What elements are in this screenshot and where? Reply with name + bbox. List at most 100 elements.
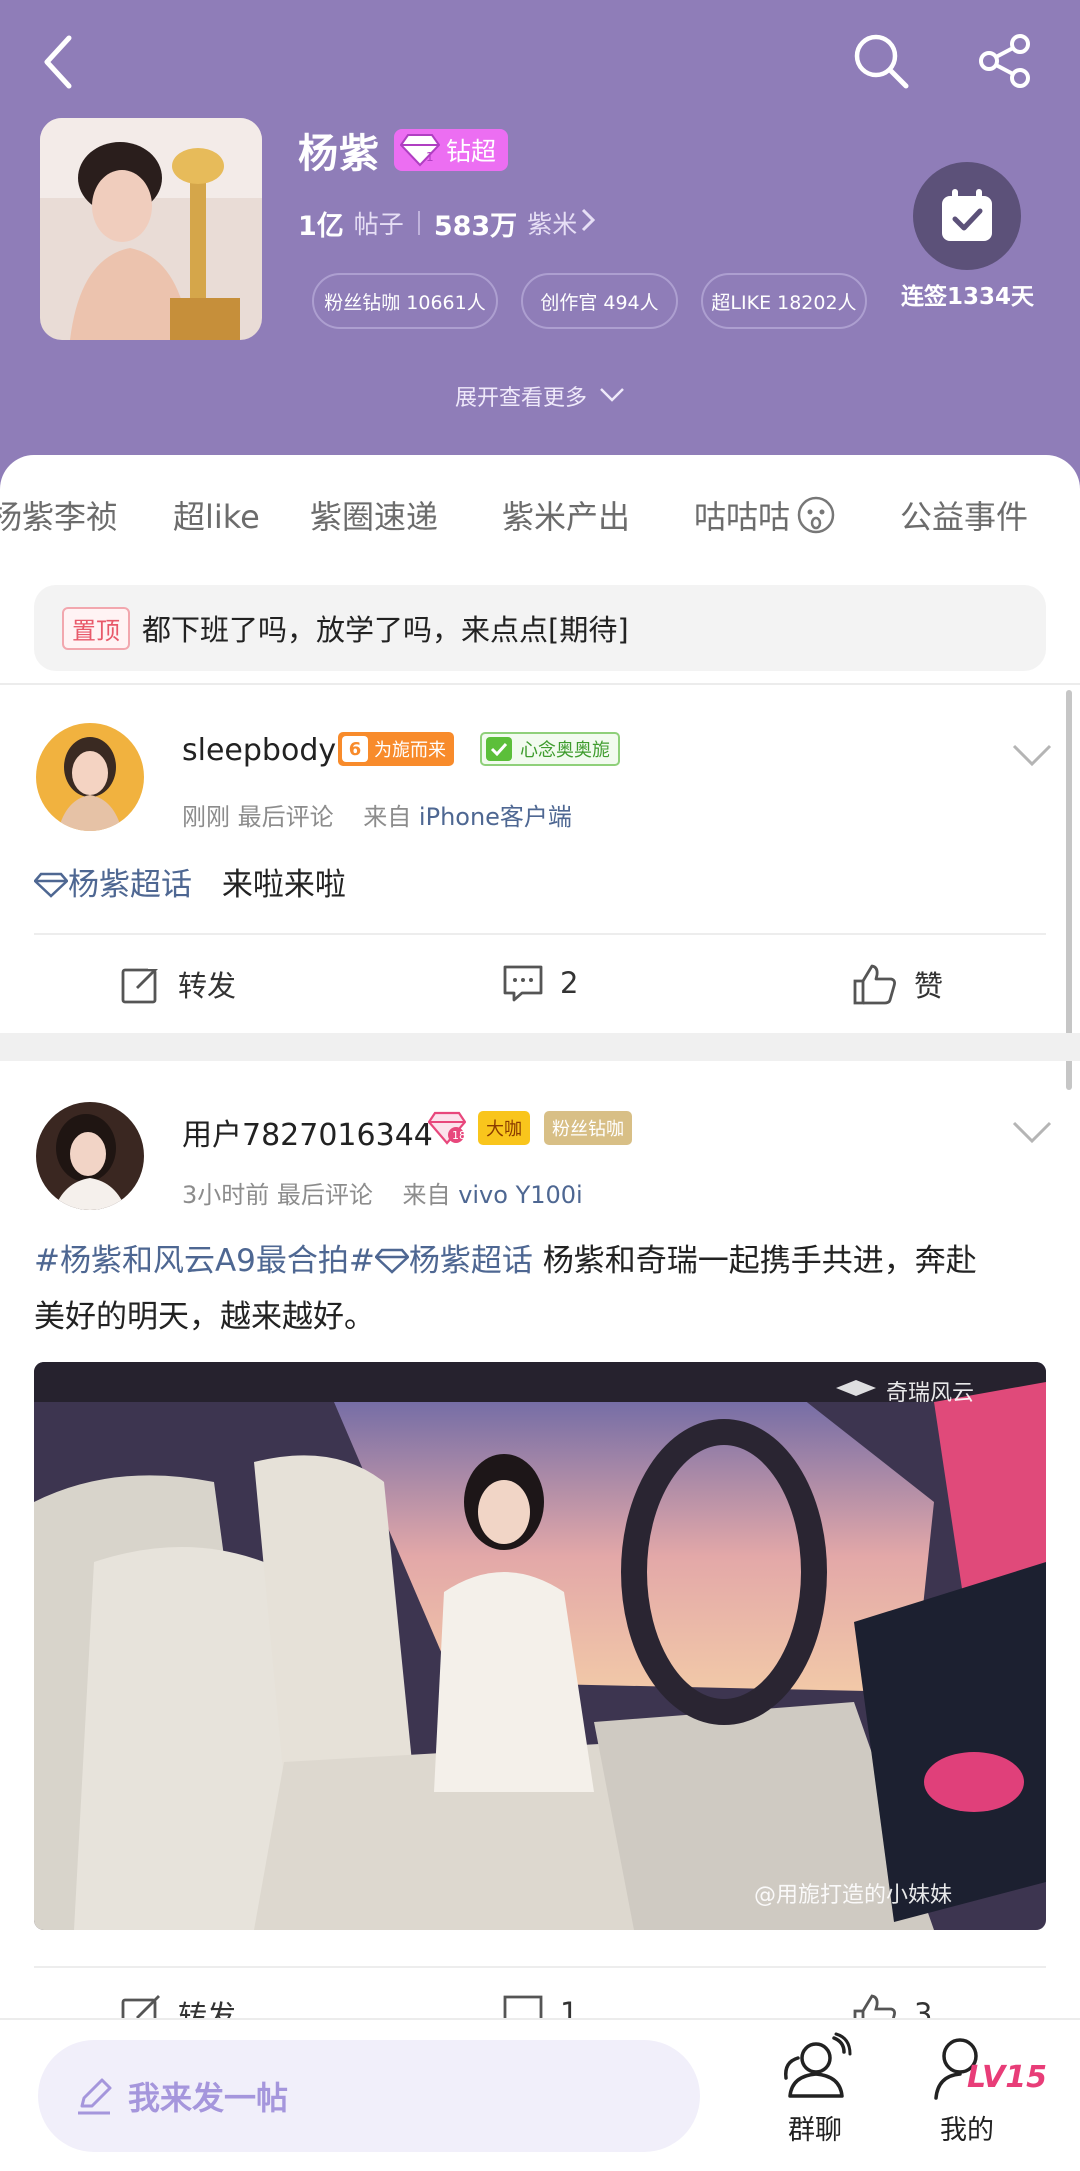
tab-news[interactable]: 紫圈速递 xyxy=(310,485,438,545)
divider xyxy=(34,1966,1046,1968)
post-text-cont: 美好的明天，越来越好。 xyxy=(34,1299,375,1335)
badge-text: 为旎而来 xyxy=(374,740,446,761)
badge-text: 心念奥奥旎 xyxy=(520,740,610,761)
share-button[interactable] xyxy=(970,28,1040,94)
fan-diamond-badge: 粉丝钻咖 xyxy=(544,1111,632,1145)
diamond-badge-label: 钻超 xyxy=(446,137,497,166)
super-like-pill[interactable]: 超LIKE 18202人 xyxy=(701,273,867,329)
post-menu-button[interactable] xyxy=(1010,740,1054,770)
search-icon xyxy=(854,34,909,89)
checkin-label: 连签1334天 xyxy=(900,284,1034,310)
fan-diamond-pill[interactable]: 粉丝钻咖 10661人 xyxy=(312,273,498,329)
post-body: #杨紫和风云A9最合拍# 杨紫超话 杨紫和奇瑞一起携手共进，奔赴 美好的明天，越来… xyxy=(34,1233,1049,1345)
compose-button[interactable]: 我来发一帖 xyxy=(38,2040,700,2152)
tab-charity[interactable]: 公益事件 xyxy=(900,485,1028,545)
topic-link-label: 杨紫超话 xyxy=(408,1243,533,1279)
tab-gugugu[interactable]: 咕咕咕 xyxy=(694,485,836,545)
post-count-label: 帖子 xyxy=(353,210,404,239)
post-separator xyxy=(0,1033,1080,1061)
badge-level-number: 6 xyxy=(342,736,368,762)
repost-button[interactable]: 转发 xyxy=(120,963,236,1005)
checkin-button[interactable] xyxy=(913,162,1021,270)
group-chat-icon xyxy=(784,2032,852,2098)
title-row: 杨紫 1 钻超 xyxy=(298,122,509,178)
stat-divider xyxy=(417,211,420,235)
group-chat-label: 群聊 xyxy=(788,2115,842,2146)
topic-link[interactable]: 杨紫超话 xyxy=(374,1243,533,1279)
like-button[interactable]: 赞 xyxy=(852,963,943,1005)
image-brand-mark: 奇瑞风云 xyxy=(886,1381,974,1406)
post-actions: 转发 2 赞 xyxy=(0,963,1080,1023)
pinned-tag: 置顶 xyxy=(62,606,130,650)
post-count: 1亿 xyxy=(298,210,344,242)
username[interactable]: 用户7827016344 xyxy=(182,1110,433,1154)
diamond-level-badge: 18 xyxy=(428,1111,466,1145)
tab-fan-output[interactable]: 紫米产出 xyxy=(502,485,630,545)
pinned-post[interactable]: 置顶 都下班了吗，放学了吗，来点点[期待] xyxy=(34,585,1046,671)
tab-gugugu-label: 咕咕咕 xyxy=(694,498,791,536)
post-text: 来啦来啦 xyxy=(221,867,346,903)
post-body: 杨紫超话 来啦来啦 xyxy=(33,857,1049,913)
repost-label: 转发 xyxy=(178,969,237,1003)
svg-text:18: 18 xyxy=(452,1129,466,1142)
avatar-photo xyxy=(40,118,262,340)
mine-label: 我的 xyxy=(940,2115,994,2146)
chevron-down-icon xyxy=(1012,744,1052,767)
tab-yangzi-lizhen[interactable]: 杨紫李祯 xyxy=(0,485,118,545)
scrollbar[interactable] xyxy=(1066,690,1072,1090)
repost-icon xyxy=(121,964,160,1004)
svg-text:1: 1 xyxy=(426,150,434,164)
pinned-text: 都下班了吗，放学了吗，来点点[期待] xyxy=(142,613,629,647)
topic-link-label: 杨紫超话 xyxy=(68,867,192,903)
level-badge: 6 为旎而来 xyxy=(338,732,454,766)
divider xyxy=(34,933,1046,935)
tab-super-like[interactable]: 超like xyxy=(173,485,260,545)
avatar-photo xyxy=(36,723,144,831)
fan-count: 583万 xyxy=(433,210,518,242)
search-button[interactable] xyxy=(848,28,914,94)
diamond-icon: 1 xyxy=(400,134,440,167)
username[interactable]: sleepbody xyxy=(182,733,336,768)
post-meta: 刚刚 最后评论 来自 iPhone客户端 xyxy=(182,797,572,832)
post-meta: 3小时前 最后评论 来自 vivo Y100i xyxy=(182,1175,583,1210)
mine-button[interactable]: LV15 我的 xyxy=(907,2032,1047,2162)
topic-link[interactable]: 杨紫超话 xyxy=(33,867,202,903)
post-from-label: 来自 xyxy=(363,803,412,831)
content-sheet: 杨紫李祯 超like 紫圈速递 紫米产出 咕咕咕 公益事件 置顶 都下班了吗，放… xyxy=(0,455,1080,2171)
chevron-left-icon xyxy=(44,35,72,89)
expand-more[interactable]: 展开查看更多 xyxy=(0,380,1080,412)
diamond-super-badge[interactable]: 1 钻超 xyxy=(394,129,509,171)
supertopic-avatar[interactable] xyxy=(40,118,262,340)
comment-count: 2 xyxy=(560,966,579,1000)
comment-icon xyxy=(503,965,543,1002)
car-interior-photo: 奇瑞风云 @用旎打造的小妹妹 xyxy=(34,1362,1046,1930)
stats-row[interactable]: 1亿 帖子 583万 紫米 xyxy=(298,200,596,246)
fan-club-badge: 心念奥奥旎 xyxy=(480,732,620,766)
vip-badge: 大咖 xyxy=(478,1111,530,1145)
group-chat-button[interactable]: 群聊 xyxy=(755,2032,875,2162)
chevron-right-icon xyxy=(581,208,596,239)
share-icon xyxy=(979,34,1030,88)
chevron-down-icon xyxy=(1012,1121,1052,1144)
bottom-bar: 我来发一帖 群聊 LV15 我的 xyxy=(0,2018,1080,2171)
chevron-down-icon xyxy=(599,384,625,409)
level-badge: LV15 xyxy=(967,2060,1047,2095)
post-image[interactable]: 奇瑞风云 @用旎打造的小妹妹 xyxy=(34,1362,1046,1930)
post-from-label: 来自 xyxy=(402,1181,451,1209)
back-button[interactable] xyxy=(28,28,88,96)
image-watermark: @用旎打造的小妹妹 xyxy=(754,1883,952,1908)
post-source[interactable]: vivo Y100i xyxy=(458,1181,583,1209)
comment-button[interactable]: 2 xyxy=(502,963,578,1003)
avatar[interactable] xyxy=(36,723,144,831)
check-icon xyxy=(486,737,512,761)
expand-more-label: 展开查看更多 xyxy=(454,386,587,411)
creator-pill[interactable]: 创作官 494人 xyxy=(521,273,678,329)
post-source[interactable]: iPhone客户端 xyxy=(419,803,572,831)
avatar[interactable] xyxy=(36,1102,144,1210)
hashtag-link[interactable]: #杨紫和风云A9最合拍# xyxy=(34,1243,375,1279)
post-menu-button[interactable] xyxy=(1010,1117,1054,1147)
fan-count-label: 紫米 xyxy=(527,210,578,239)
avatar-photo xyxy=(36,1102,144,1210)
thumbs-up-icon xyxy=(853,964,896,1005)
diamond-icon xyxy=(33,872,69,898)
